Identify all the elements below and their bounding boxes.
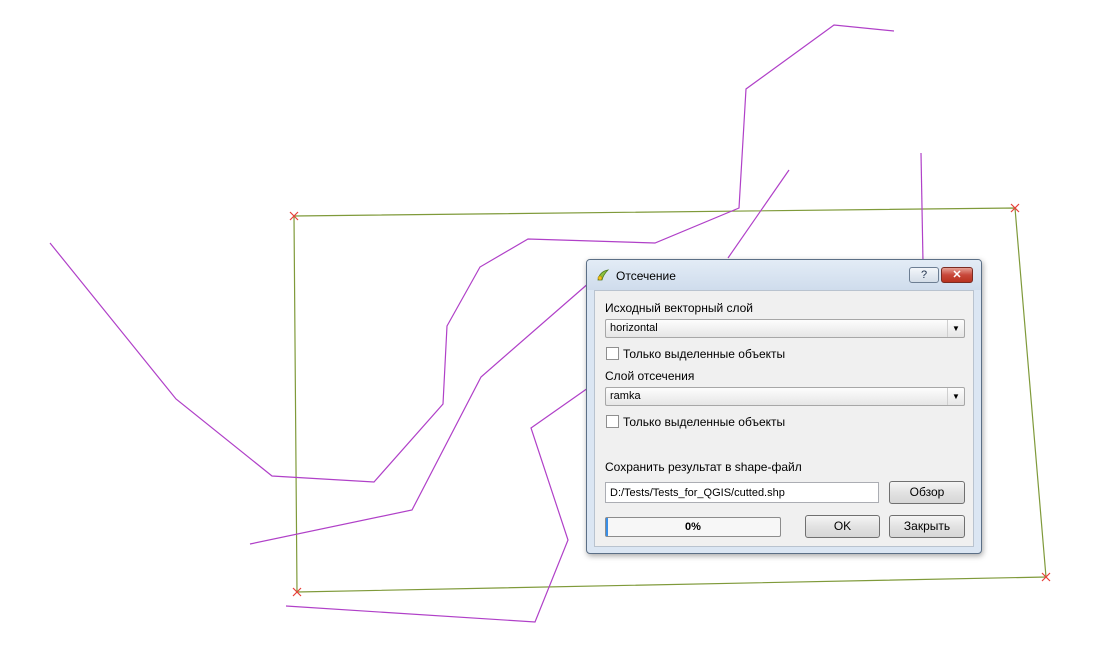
input-layer-value: horizontal <box>610 322 658 334</box>
help-icon: ? <box>920 269 928 281</box>
input-layer-label: Исходный векторный слой <box>605 301 754 315</box>
dialog-title: Отсечение <box>616 269 676 283</box>
progress-bar: 0% <box>605 517 781 537</box>
clip-layer-value: ramka <box>610 390 641 402</box>
progress-text: 0% <box>685 521 701 533</box>
clip-dialog: Отсечение ? ✕ Исходный векторный слой ho… <box>586 259 982 554</box>
checkbox-label: Только выделенные объекты <box>623 415 786 429</box>
chevron-down-icon: ▼ <box>947 320 964 337</box>
polyline-feature <box>920 152 924 263</box>
dialog-titlebar[interactable]: Отсечение ? ✕ <box>587 260 981 290</box>
close-icon: ✕ <box>952 269 962 281</box>
help-button[interactable]: ? <box>909 267 939 283</box>
browse-button[interactable]: Обзор <box>889 481 965 504</box>
ok-button[interactable]: OK <box>805 515 880 538</box>
dialog-body: Исходный векторный слой horizontal ▼ Тол… <box>594 290 974 547</box>
save-output-label: Сохранить результат в shape-файл <box>605 460 802 474</box>
clip-layer-select[interactable]: ramka ▼ <box>605 387 965 406</box>
qgis-icon <box>597 269 610 281</box>
checkbox-label: Только выделенные объекты <box>623 347 786 361</box>
chevron-down-icon: ▼ <box>947 388 964 405</box>
clip-layer-label: Слой отсечения <box>605 369 695 383</box>
checkbox-box[interactable] <box>606 415 619 428</box>
input-layer-select[interactable]: horizontal ▼ <box>605 319 965 338</box>
close-button[interactable]: Закрыть <box>889 515 965 538</box>
output-path-input[interactable] <box>605 482 879 503</box>
checkbox-box[interactable] <box>606 347 619 360</box>
polyline-feature <box>727 169 790 259</box>
polyline-feature <box>249 281 591 545</box>
window-close-button[interactable]: ✕ <box>941 267 973 283</box>
